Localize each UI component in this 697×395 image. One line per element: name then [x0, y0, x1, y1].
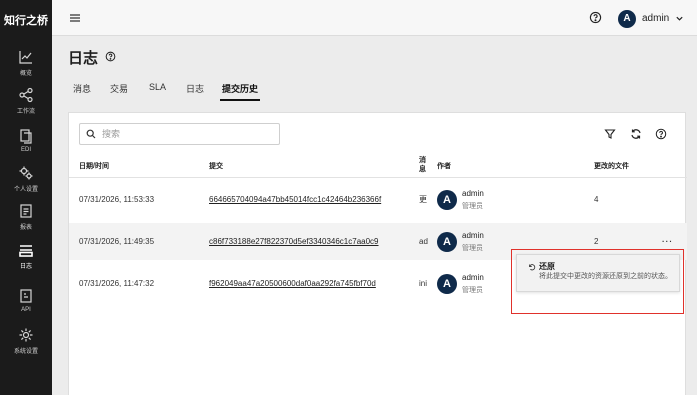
more-actions-button[interactable]: ···: [662, 237, 673, 246]
page-title: 日志: [68, 50, 99, 67]
sidebar-item-label: 日志: [19, 264, 32, 270]
sidebar-item-edi[interactable]: EDI: [0, 121, 52, 159]
hamburger-menu-icon[interactable]: [68, 11, 82, 25]
message-cell: ad: [419, 237, 428, 246]
username: admin: [642, 13, 670, 24]
sidebar-item-overview[interactable]: 概览: [0, 44, 52, 82]
author-role: 管理员: [462, 286, 483, 294]
search-icon: [86, 129, 96, 139]
tab-messages[interactable]: 消息: [73, 82, 91, 95]
author-cell: A admin 管理员: [437, 265, 484, 302]
revert-description: 将此提交中更改的资源还原到之前的状态。: [539, 273, 672, 280]
settings-gear-icon: [19, 328, 33, 342]
avatar: A: [437, 273, 457, 294]
tab-transactions[interactable]: 交易: [110, 82, 128, 95]
log-stack-icon: [19, 245, 33, 257]
filter-icon[interactable]: [604, 128, 616, 140]
api-icon: [20, 288, 32, 303]
brand-logo: 知行之桥: [4, 15, 48, 27]
date-cell: 07/31/2026, 11:47:32: [79, 279, 155, 288]
tab-sla[interactable]: SLA: [149, 82, 166, 92]
sidebar-item-label: 概览: [19, 71, 32, 77]
avatar: A: [437, 189, 457, 210]
sidebar-item-label: API: [21, 306, 31, 313]
sidebar-item-api[interactable]: API: [0, 281, 52, 319]
active-tab-underline: [220, 99, 260, 101]
commit-link[interactable]: 664665704094a47bb45014fcc1c42464b236366f: [209, 195, 381, 204]
gears-icon: [19, 166, 33, 180]
author-name: admin: [462, 230, 484, 240]
message-cell: 更: [419, 195, 427, 204]
author-role: 管理员: [462, 244, 483, 252]
column-header-date[interactable]: 日期/时间: [79, 161, 109, 171]
column-header-changed-files[interactable]: 更改的文件: [594, 161, 629, 171]
tab-commit-history[interactable]: 提交历史: [222, 82, 258, 95]
sidebar-item-system-settings[interactable]: 系统设置: [0, 322, 52, 360]
column-header-commit[interactable]: 提交: [209, 161, 223, 171]
avatar: A: [437, 231, 457, 252]
revert-title: 还原: [539, 262, 555, 271]
sidebar: 知行之桥 概览 工作流 EDI 个人设置 报表 日志 API 系统设置: [0, 0, 52, 395]
avatar: A: [618, 9, 636, 28]
share-nodes-icon: [19, 87, 33, 103]
sidebar-item-workflow[interactable]: 工作流: [0, 82, 52, 120]
search-input[interactable]: [102, 129, 272, 139]
commit-link[interactable]: f962049aa47a20500600daf0aa292fa745fbf70d: [209, 279, 376, 288]
date-cell: 07/31/2026, 11:53:33: [79, 195, 155, 204]
sidebar-item-label: 个人设置: [13, 187, 38, 193]
changed-files-cell: 4: [594, 195, 599, 204]
tab-logs[interactable]: 日志: [186, 82, 204, 95]
table-row[interactable]: 07/31/2026, 11:53:33 664665704094a47bb45…: [69, 181, 687, 218]
help-icon[interactable]: [655, 128, 667, 140]
document-copy-icon: [20, 128, 32, 144]
topbar: A admin: [52, 0, 697, 36]
sidebar-item-reports[interactable]: 报表: [0, 198, 52, 236]
divider: [69, 177, 687, 178]
search-box[interactable]: [79, 123, 280, 145]
revert-menu-item[interactable]: 还原 将此提交中更改的资源还原到之前的状态。: [516, 254, 680, 292]
column-header-author[interactable]: 作者: [437, 161, 451, 171]
help-icon[interactable]: [105, 51, 116, 62]
commit-link[interactable]: c86f733188e27f822370d5ef3340346c1c7aa0c9: [209, 237, 379, 246]
author-name: admin: [462, 188, 484, 198]
author-cell: A admin 管理员: [437, 223, 484, 260]
report-icon: [20, 204, 32, 218]
sidebar-item-logs[interactable]: 日志: [0, 237, 52, 275]
column-header-message[interactable]: 消息: [419, 156, 427, 174]
chart-line-icon: [19, 51, 32, 64]
sidebar-item-personal-settings[interactable]: 个人设置: [0, 160, 52, 198]
undo-icon: [529, 264, 536, 271]
sidebar-item-label: 报表: [19, 225, 32, 231]
sidebar-item-label: 工作流: [16, 109, 35, 115]
message-cell: ini: [419, 279, 428, 288]
author-role: 管理员: [462, 202, 483, 210]
help-icon[interactable]: [589, 11, 602, 24]
author-name: admin: [462, 272, 484, 282]
author-cell: A admin 管理员: [437, 181, 484, 218]
refresh-icon[interactable]: [630, 128, 642, 140]
sidebar-item-label: EDI: [20, 146, 31, 153]
chevron-down-icon: [676, 16, 683, 21]
user-menu[interactable]: A admin: [618, 9, 684, 28]
sidebar-item-label: 系统设置: [13, 349, 38, 355]
date-cell: 07/31/2026, 11:49:35: [79, 237, 155, 246]
